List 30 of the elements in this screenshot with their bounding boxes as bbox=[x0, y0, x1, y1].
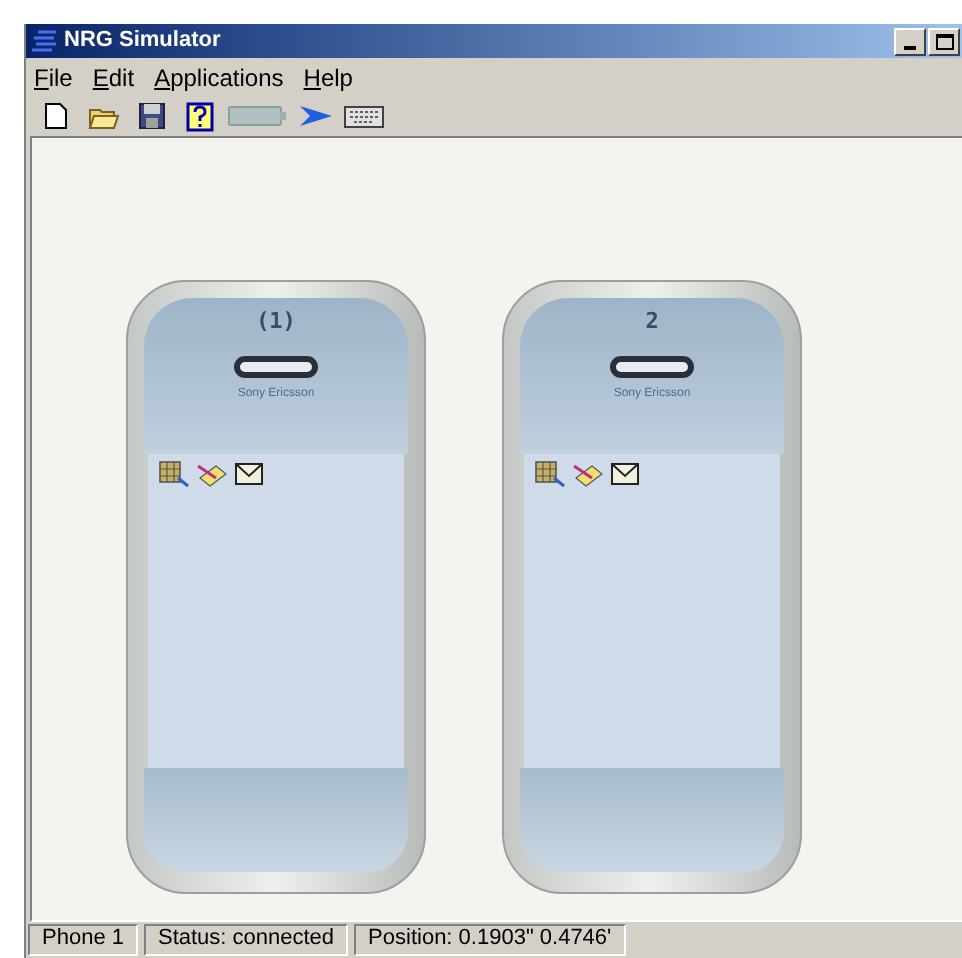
speaker-slot bbox=[610, 356, 694, 378]
help-icon bbox=[186, 101, 214, 131]
save-icon bbox=[138, 102, 166, 130]
arrow-icon bbox=[298, 104, 334, 128]
grid-icon bbox=[534, 460, 566, 488]
menu-item[interactable]: File bbox=[34, 65, 73, 89]
speaker-slot bbox=[234, 356, 318, 378]
pencil-icon bbox=[572, 460, 604, 488]
status-field: Position: 0.1903" 0.4746' bbox=[354, 923, 626, 955]
app-logo-icon bbox=[32, 30, 58, 52]
phone-label: 2 bbox=[645, 310, 659, 332]
phone-label: (1) bbox=[256, 310, 296, 332]
menu-item[interactable]: Help bbox=[303, 65, 353, 89]
menu-item[interactable]: Applications bbox=[154, 65, 284, 89]
grid-icon bbox=[158, 460, 190, 488]
maximize-button[interactable] bbox=[928, 27, 960, 55]
status-field: Status: connected bbox=[143, 923, 349, 955]
new-file-icon bbox=[44, 102, 68, 130]
envelope-icon bbox=[610, 460, 640, 488]
minimize-icon bbox=[904, 45, 916, 49]
minimize-button[interactable] bbox=[894, 27, 926, 55]
maximize-icon bbox=[935, 33, 953, 49]
window-title: NRG Simulator bbox=[64, 30, 221, 52]
menu-item[interactable]: Edit bbox=[92, 65, 135, 89]
keyboard-icon bbox=[344, 105, 384, 127]
folder-icon bbox=[88, 103, 120, 129]
status-field: Phone 1 bbox=[28, 923, 138, 955]
pencil-icon bbox=[196, 460, 228, 488]
device-icon bbox=[228, 106, 288, 126]
envelope-icon bbox=[234, 460, 264, 488]
